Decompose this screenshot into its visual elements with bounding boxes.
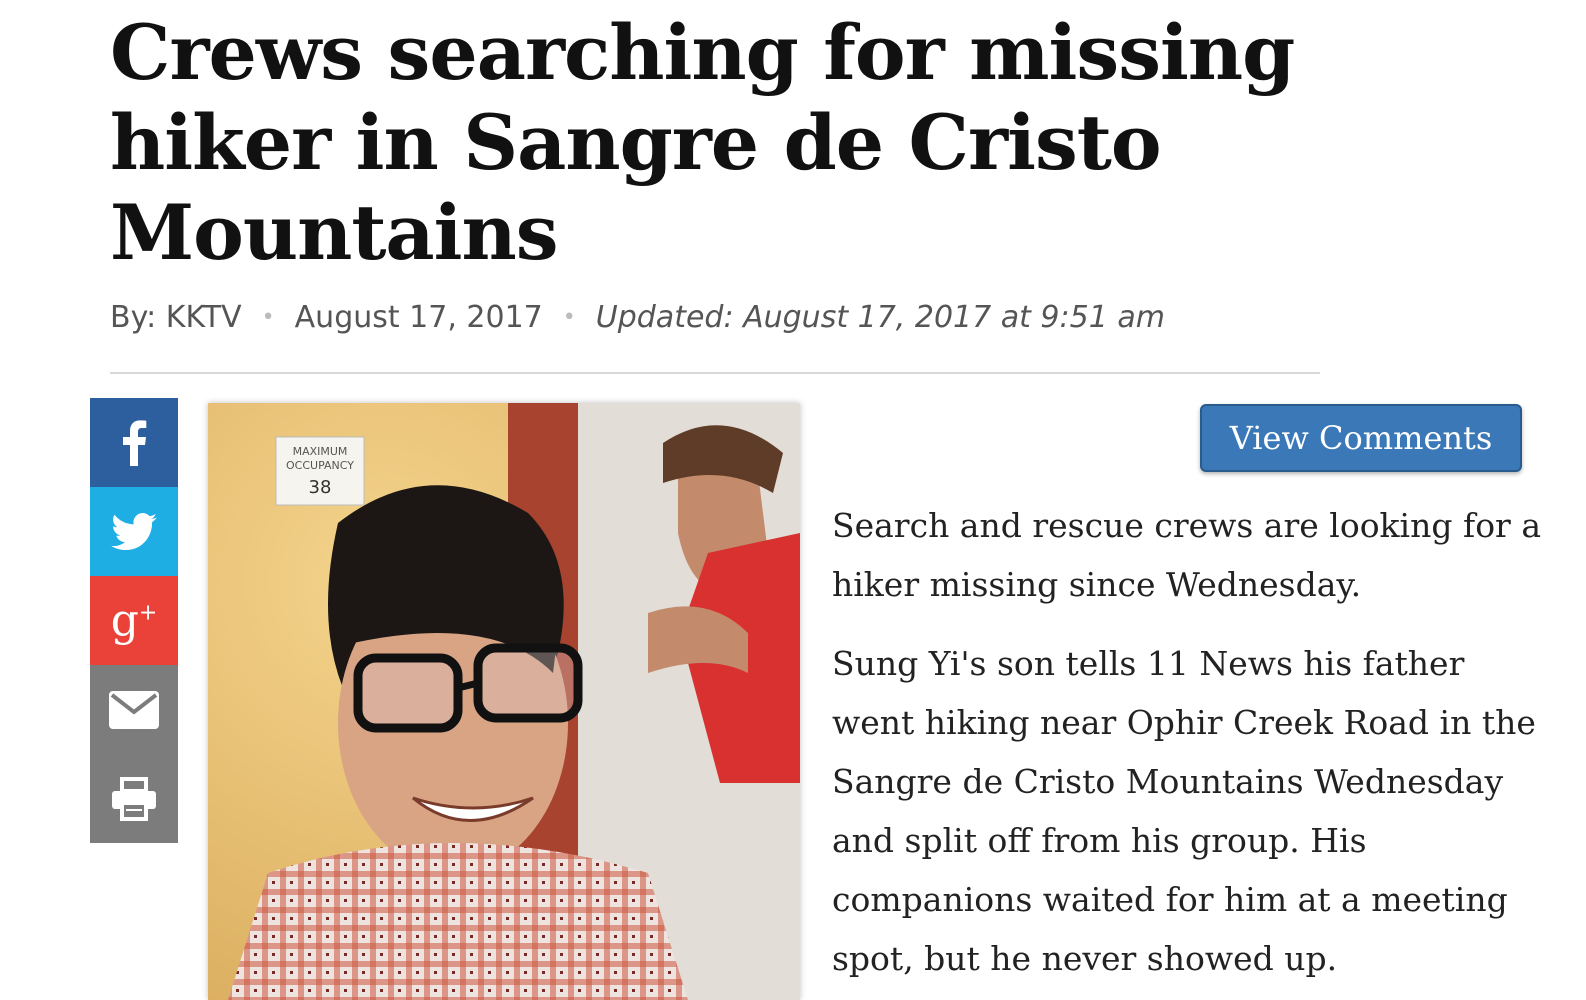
twitter-share-button[interactable] — [90, 487, 178, 576]
article-headline: Crews searching for missing hiker in San… — [110, 8, 1295, 277]
google-plus-icon: g+ — [110, 594, 158, 646]
google-plus-share-button[interactable]: g+ — [90, 576, 178, 665]
updated-date: Updated: August 17, 2017 at 9:51 am — [595, 300, 1165, 335]
byline: By: KKTV • August 17, 2017 • Updated: Au… — [110, 300, 1165, 335]
article-photo[interactable]: MAXIMUM OCCUPANCY 38 — [208, 403, 800, 1000]
view-comments-button[interactable]: View Comments — [1200, 404, 1522, 472]
separator-dot: • — [261, 305, 275, 330]
separator-dot: • — [562, 305, 576, 330]
divider — [110, 372, 1320, 374]
print-icon — [112, 776, 156, 821]
hiker-photo: MAXIMUM OCCUPANCY 38 — [208, 403, 800, 1000]
email-share-button[interactable] — [90, 665, 178, 754]
article-body: Search and rescue crews are looking for … — [832, 496, 1552, 1000]
email-icon — [109, 690, 159, 729]
sign-text: MAXIMUM — [293, 445, 348, 458]
article-paragraph: Sung Yi's son tells 11 News his father w… — [832, 644, 1536, 978]
sign-text: OCCUPANCY — [286, 459, 354, 472]
publish-date: August 17, 2017 — [294, 300, 543, 335]
facebook-icon — [123, 419, 147, 466]
print-button[interactable] — [90, 754, 178, 843]
author[interactable]: By: KKTV — [110, 300, 242, 335]
share-bar: g+ — [90, 398, 178, 843]
facebook-share-button[interactable] — [90, 398, 178, 487]
article-paragraph: Search and rescue crews are looking for … — [832, 506, 1542, 604]
twitter-icon — [111, 512, 157, 550]
sign-number: 38 — [309, 477, 332, 498]
